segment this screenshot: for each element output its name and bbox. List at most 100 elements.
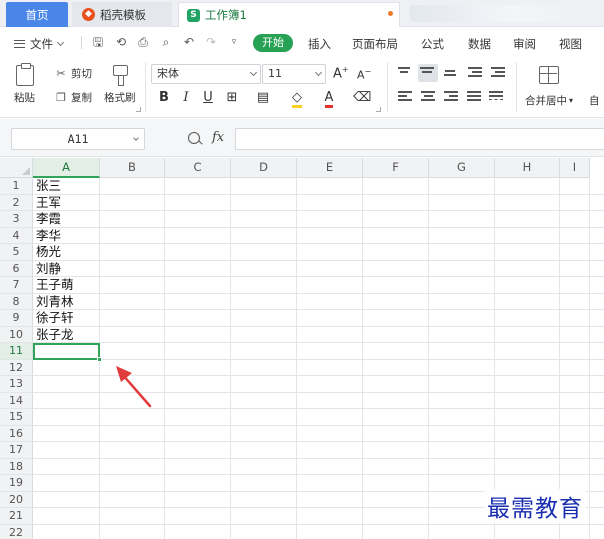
justify-icon[interactable] [467, 91, 483, 105]
paste-label: 粘贴 [14, 92, 35, 104]
cell-a7[interactable]: 王子萌 [36, 277, 98, 294]
tab-home[interactable]: 首页 [6, 2, 68, 27]
cut-button[interactable]: ✂ 剪切 [55, 66, 92, 81]
copy-button[interactable]: ❐ 复制 [55, 90, 92, 105]
column-header-a[interactable]: A [33, 158, 100, 178]
row-header-16[interactable]: 16 [0, 425, 33, 442]
font-group-launcher[interactable] [376, 107, 381, 112]
customize-dropdown-icon[interactable]: ▿ [227, 35, 241, 49]
row-header-17[interactable]: 17 [0, 442, 33, 459]
redo-icon[interactable]: ↷ [204, 35, 218, 49]
menu-review[interactable]: 审阅 [513, 36, 536, 52]
row-header-15[interactable]: 15 [0, 409, 33, 426]
undo-history-icon[interactable]: ⟲ [114, 35, 128, 49]
cell-a6[interactable]: 刘静 [36, 261, 98, 278]
row-header-18[interactable]: 18 [0, 458, 33, 475]
row-header-3[interactable]: 3 [0, 211, 33, 228]
cell-a10[interactable]: 张子龙 [36, 327, 98, 344]
row-header-7[interactable]: 7 [0, 277, 33, 294]
spreadsheet-grid[interactable]: A B C D E F G H I 1 2 3 4 5 6 7 8 9 10 11 12 13 14 15 16 17 18 19 20… [0, 158, 604, 539]
font-size-select[interactable]: 11 [262, 64, 326, 84]
align-bottom-icon[interactable] [444, 70, 460, 84]
align-middle-icon[interactable] [418, 64, 438, 82]
menu-data[interactable]: 数据 [468, 36, 491, 52]
row-header-9[interactable]: 9 [0, 310, 33, 327]
cell-a1[interactable]: 张三 [36, 178, 98, 195]
insert-function-icon[interactable]: fx [212, 130, 224, 145]
row-header-5[interactable]: 5 [0, 244, 33, 261]
annotation-arrow [116, 366, 152, 408]
row-header-12[interactable]: 12 [0, 359, 33, 376]
cell-a2[interactable]: 王军 [36, 195, 98, 212]
row-header-22[interactable]: 22 [0, 524, 33, 539]
clipboard-group-launcher[interactable] [136, 107, 141, 112]
column-header-d[interactable]: D [231, 158, 297, 178]
print-preview-icon[interactable]: ⌕ [159, 35, 173, 49]
format-painter-button[interactable]: 格式刷 [104, 65, 136, 105]
row-header-11[interactable]: 11 [0, 343, 33, 360]
row-header-10[interactable]: 10 [0, 326, 33, 343]
auto-wrap-button[interactable]: 自 [589, 93, 600, 108]
increase-font-icon[interactable]: A+ [333, 65, 349, 81]
clear-format-icon[interactable]: ⌫ [353, 89, 371, 107]
column-header-e[interactable]: E [297, 158, 363, 178]
row-header-20[interactable]: 20 [0, 491, 33, 508]
row-header-8[interactable]: 8 [0, 293, 33, 310]
row-header-19[interactable]: 19 [0, 475, 33, 492]
selected-cell-a11[interactable] [33, 343, 102, 362]
column-header-c[interactable]: C [165, 158, 231, 178]
menu-formulas[interactable]: 公式 [421, 36, 444, 52]
fill-handle[interactable] [97, 357, 102, 362]
cell-a4[interactable]: 李华 [36, 228, 98, 245]
cell-a9[interactable]: 徐子轩 [36, 310, 98, 327]
row-header-14[interactable]: 14 [0, 392, 33, 409]
row-header-6[interactable]: 6 [0, 260, 33, 277]
select-all-corner[interactable] [0, 158, 33, 178]
font-color-icon[interactable]: A [320, 89, 338, 108]
column-header-g[interactable]: G [429, 158, 495, 178]
align-top-icon[interactable] [398, 67, 414, 81]
column-header-h[interactable]: H [495, 158, 560, 178]
font-name-select[interactable]: 宋体 [151, 64, 261, 84]
align-left-icon[interactable] [398, 91, 414, 105]
row-header-21[interactable]: 21 [0, 508, 33, 525]
name-box[interactable]: A11 [11, 128, 145, 150]
file-menu[interactable]: 文件 [14, 36, 65, 52]
underline-icon[interactable]: U [199, 89, 217, 107]
column-header-f[interactable]: F [363, 158, 429, 178]
save-icon[interactable]: 🖫 [91, 35, 105, 49]
indent-decrease-icon[interactable] [468, 67, 484, 81]
row-header-13[interactable]: 13 [0, 376, 33, 393]
row-header-4[interactable]: 4 [0, 227, 33, 244]
undo-icon[interactable]: ↶ [182, 35, 196, 49]
cell-style-icon[interactable]: ▤ [254, 89, 272, 107]
menu-page-layout[interactable]: 页面布局 [352, 36, 398, 52]
tab-workbook[interactable]: S 工作簿1 [178, 2, 400, 27]
bold-icon[interactable]: B [155, 89, 173, 107]
column-header-b[interactable]: B [100, 158, 165, 178]
paste-button[interactable]: 粘贴 [14, 63, 35, 105]
borders-icon[interactable]: ⊞ [223, 89, 241, 107]
indent-increase-icon[interactable] [491, 67, 507, 81]
menu-home-start[interactable]: 开始 [253, 34, 293, 52]
column-header-i[interactable]: I [560, 158, 590, 178]
italic-icon[interactable]: I [177, 89, 195, 107]
formula-input[interactable] [235, 128, 604, 150]
row-header-2[interactable]: 2 [0, 194, 33, 211]
cell-a5[interactable]: 杨光 [36, 244, 98, 261]
distributed-align-icon[interactable] [489, 91, 505, 105]
align-right-icon[interactable] [444, 91, 460, 105]
tab-templates[interactable]: ◆ 稻壳模板 [72, 2, 172, 27]
print-icon[interactable]: ⎙ [136, 35, 150, 49]
menu-view[interactable]: 视图 [559, 36, 582, 52]
row-header-1[interactable]: 1 [0, 178, 33, 195]
fill-color-icon[interactable]: ◇ [288, 89, 306, 108]
merge-center-button[interactable]: 合并居中 ▾ [525, 93, 573, 108]
cell-a3[interactable]: 李霞 [36, 211, 98, 228]
cell-a8[interactable]: 刘青林 [36, 294, 98, 311]
merge-cells-icon[interactable] [539, 66, 559, 84]
align-center-icon[interactable] [421, 91, 437, 105]
decrease-font-icon[interactable]: A− [357, 67, 371, 82]
zoom-lookup-icon[interactable] [188, 132, 200, 144]
menu-insert[interactable]: 插入 [308, 36, 331, 52]
